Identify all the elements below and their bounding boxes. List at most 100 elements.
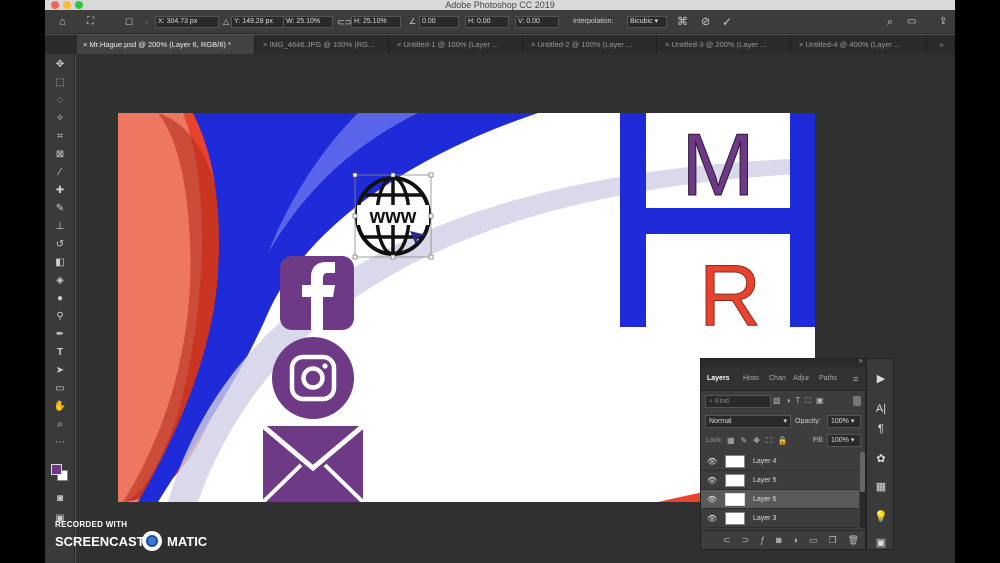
- tab-histogram[interactable]: Histo: [743, 367, 759, 391]
- path-selection-icon[interactable]: ➤: [53, 364, 67, 378]
- hand-tool-icon[interactable]: ✋: [53, 400, 67, 414]
- paragraph-panel-icon[interactable]: ¶: [873, 421, 889, 437]
- rectangle-tool-icon[interactable]: ▭: [53, 382, 67, 396]
- lock-icons[interactable]: ▦✎✥⛶🔒: [727, 436, 794, 446]
- layer-filter-select[interactable]: ⌕ Kind: [705, 395, 771, 408]
- tab-layers[interactable]: Layers: [707, 367, 730, 391]
- layer-name: Layer 5: [753, 477, 777, 484]
- tab-untitled-2[interactable]: × Untitled-2 @ 100% (Layer ...: [525, 35, 657, 54]
- tab-untitled-4[interactable]: × Untitled-4 @ 400% (Layer ...: [793, 35, 927, 54]
- tab-paths[interactable]: Paths: [819, 367, 837, 391]
- more-tabs-icon[interactable]: »: [929, 35, 955, 54]
- layer-row-layer-5[interactable]: 👁 Layer 5: [701, 471, 859, 490]
- eraser-tool-icon[interactable]: ◧: [53, 256, 67, 270]
- dodge-tool-icon[interactable]: ⚲: [53, 310, 67, 324]
- tab-untitled-1[interactable]: × Untitled-1 @ 100% (Layer ...: [391, 35, 523, 54]
- lightbulb-icon[interactable]: 💡: [873, 509, 889, 525]
- zoom-window-button[interactable]: [75, 1, 83, 9]
- width-field[interactable]: W: 25.10%: [283, 16, 333, 28]
- reference-point-checkbox[interactable]: ☐: [125, 10, 133, 34]
- close-window-button[interactable]: [51, 1, 59, 9]
- visibility-eye-icon[interactable]: 👁: [707, 457, 717, 466]
- home-icon[interactable]: ⌂: [59, 10, 66, 34]
- link-icon[interactable]: ⊂⊃: [337, 10, 352, 34]
- angle-field[interactable]: 0.00: [419, 16, 459, 28]
- h-skew-field[interactable]: H: 0.00: [465, 16, 509, 28]
- zoom-tool-icon[interactable]: ⌕: [53, 418, 67, 432]
- crop-tool-icon[interactable]: ⌗: [53, 130, 67, 144]
- x-field[interactable]: X: 304.73 px: [155, 16, 219, 28]
- marquee-tool-icon[interactable]: ⬚: [53, 76, 67, 90]
- minimize-window-button[interactable]: [63, 1, 71, 9]
- visibility-eye-icon[interactable]: 👁: [707, 476, 717, 485]
- eyedropper-tool-icon[interactable]: ⁄: [53, 166, 67, 180]
- play-action-icon[interactable]: ▶: [873, 371, 889, 387]
- commit-transform-icon[interactable]: ✓: [722, 10, 732, 34]
- color-panel-icon[interactable]: ✿: [873, 451, 889, 467]
- history-brush-icon[interactable]: ↺: [53, 238, 67, 252]
- character-panel-icon[interactable]: A|: [873, 401, 889, 417]
- search-icon[interactable]: ⌕: [887, 10, 893, 34]
- fill-field[interactable]: 100% ▾: [827, 434, 861, 447]
- tab-channels[interactable]: Chan: [769, 367, 786, 391]
- v-skew-value: 0.00: [526, 18, 540, 25]
- document-tab-bar: × Mr.Hague.psd @ 200% (Layer 6, RGB/8) *…: [45, 35, 955, 54]
- blend-mode-select[interactable]: Normal ▾: [705, 415, 791, 428]
- globe-www-text: www: [369, 206, 417, 228]
- delta-icon[interactable]: △: [223, 10, 229, 34]
- fill-value: 100%: [831, 437, 849, 444]
- warp-icon[interactable]: ⌘: [677, 10, 688, 34]
- y-value: 149.28 px: [242, 18, 273, 25]
- panel-menu-icon[interactable]: ≡: [853, 367, 858, 391]
- cancel-transform-icon[interactable]: ⊘: [701, 10, 710, 34]
- healing-brush-icon[interactable]: ✚: [53, 184, 67, 198]
- type-tool-icon[interactable]: T: [53, 346, 67, 360]
- v-skew-field[interactable]: V: 0.00: [515, 16, 559, 28]
- tab-mr-hague[interactable]: × Mr.Hague.psd @ 200% (Layer 6, RGB/8) *: [77, 35, 255, 54]
- quick-mask-icon[interactable]: ◙: [53, 492, 67, 506]
- workspace-icon[interactable]: ▭: [907, 10, 916, 34]
- layer-row-layer-3[interactable]: 👁 Layer 3: [701, 509, 859, 528]
- visibility-eye-icon[interactable]: 👁: [707, 495, 717, 504]
- frame-tool-icon[interactable]: ⊠: [53, 148, 67, 162]
- visibility-eye-icon[interactable]: 👁: [707, 514, 717, 523]
- tools-panel: ✥ ⬚ ◌ ✧ ⌗ ⊠ ⁄ ✚ ✎ ⊥ ↺ ◧ ◈ ● ⚲ ✒ T ➤ ▭ ✋ …: [45, 54, 75, 563]
- layer-filter-icons[interactable]: ▨◑T⛶▣: [773, 396, 828, 406]
- lasso-tool-icon[interactable]: ◌: [53, 94, 67, 108]
- instagram-glyph-dot: [322, 363, 328, 369]
- logo-letter-m: M: [681, 115, 754, 214]
- y-label: Y:: [234, 18, 241, 25]
- swatches-grid-icon[interactable]: ▦: [873, 479, 889, 495]
- collapse-panel-icon[interactable]: »: [859, 356, 863, 365]
- properties-panel-icon[interactable]: ▣: [873, 535, 889, 551]
- tab-untitled-3[interactable]: × Untitled-3 @ 200% (Layer ...: [659, 35, 791, 54]
- pen-tool-icon[interactable]: ✒: [53, 328, 67, 342]
- share-icon[interactable]: ⇪: [939, 10, 947, 34]
- more-tools-icon[interactable]: ⋯: [53, 436, 67, 450]
- interpolation-select[interactable]: Bicubic ▾: [627, 16, 667, 28]
- layer-thumbnail: [725, 474, 745, 487]
- layers-scrollbar[interactable]: [860, 452, 865, 528]
- interpolation-label: Interpolation:: [573, 18, 614, 25]
- tab-label: Untitled-1 @ 100% (Layer ...: [403, 40, 499, 49]
- foreground-color-swatch[interactable]: [51, 464, 62, 475]
- magic-wand-tool-icon[interactable]: ✧: [53, 112, 67, 126]
- panel-header: »: [701, 356, 867, 367]
- layer-row-layer-6[interactable]: 👁 Layer 6: [701, 490, 859, 509]
- stamp-tool-icon[interactable]: ⊥: [53, 220, 67, 234]
- brush-tool-icon[interactable]: ✎: [53, 202, 67, 216]
- layer-name: Layer 4: [753, 458, 777, 465]
- layer-row-layer-4[interactable]: 👁 Layer 4: [701, 452, 859, 471]
- layer-filter-placeholder: Kind: [714, 398, 729, 405]
- watermark-line2a: SCREENCAST: [55, 534, 145, 549]
- opacity-field[interactable]: 100% ▾: [827, 415, 861, 428]
- filter-toggle-icon[interactable]: [853, 396, 861, 406]
- height-field[interactable]: H: 25.10%: [351, 16, 401, 28]
- tab-adjustments[interactable]: Adjur: [793, 367, 809, 391]
- blur-tool-icon[interactable]: ●: [53, 292, 67, 306]
- tab-img-4646[interactable]: × IMG_4646.JPG @ 100% (RG...: [257, 35, 389, 54]
- move-tool-icon[interactable]: ✥: [53, 58, 67, 72]
- layers-footer-icons[interactable]: ⊂⊃ƒ◙◑▭❐🗑: [701, 530, 865, 549]
- paint-bucket-icon[interactable]: ◈: [53, 274, 67, 288]
- options-bar: ⌂ ⛶ ☐ ▫ X: 304.73 px △ Y: 149.28 px W: 2…: [45, 10, 955, 34]
